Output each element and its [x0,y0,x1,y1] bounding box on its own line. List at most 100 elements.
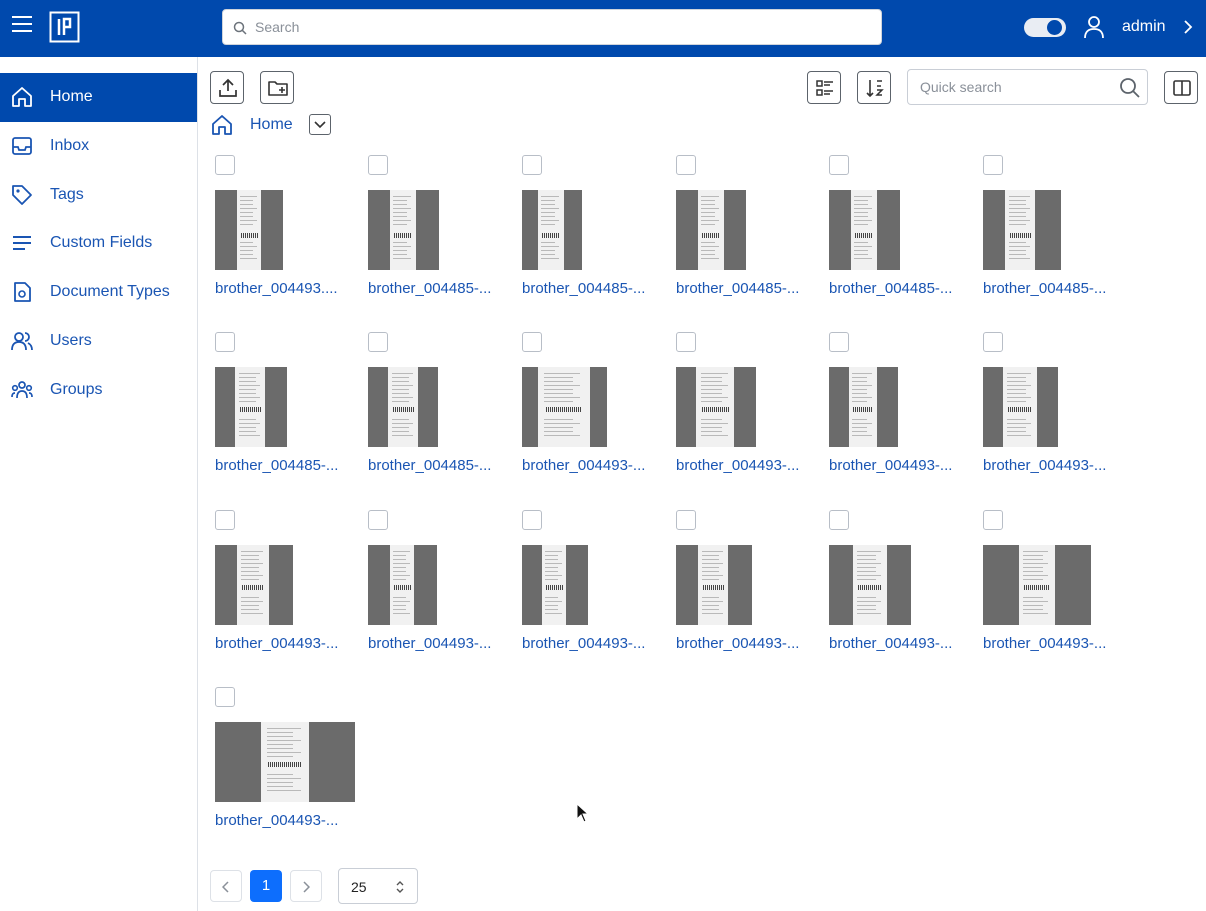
document-title[interactable]: brother_004493-... [829,457,959,474]
document-title[interactable]: brother_004485-... [676,280,806,297]
document-card[interactable]: brother_004485-... [829,155,969,325]
document-thumbnail[interactable] [368,190,439,270]
select-checkbox[interactable] [829,155,849,175]
document-card[interactable]: brother_004493-... [215,687,355,857]
document-thumbnail[interactable] [676,367,756,447]
select-checkbox[interactable] [983,155,1003,175]
select-checkbox[interactable] [522,510,542,530]
document-thumbnail[interactable] [215,722,355,802]
previous-page-button[interactable] [210,870,242,902]
select-checkbox[interactable] [522,332,542,352]
document-thumbnail[interactable] [676,545,752,625]
select-checkbox[interactable] [983,510,1003,530]
document-title[interactable]: brother_004485-... [215,457,345,474]
select-checkbox[interactable] [215,687,235,707]
document-thumbnail[interactable] [368,367,438,447]
sidebar-item-inbox[interactable]: Inbox [0,122,197,171]
dark-mode-toggle[interactable] [1024,18,1066,37]
select-checkbox[interactable] [368,155,388,175]
chevron-right-icon[interactable] [1183,19,1193,35]
document-card[interactable]: brother_004485-... [676,155,816,325]
select-checkbox[interactable] [215,510,235,530]
sidebar-item-home[interactable]: Home [0,73,197,122]
document-thumbnail[interactable] [522,190,582,270]
split-view-button[interactable] [1164,71,1198,104]
document-thumbnail[interactable] [829,367,898,447]
sidebar-item-custom-fields[interactable]: Custom Fields [0,219,197,268]
document-title[interactable]: brother_004493-... [522,635,652,652]
document-card[interactable]: brother_004493-... [522,510,662,680]
document-card[interactable]: brother_004493.... [215,155,355,325]
page-button-current[interactable]: 1 [250,870,282,902]
document-thumbnail[interactable] [983,190,1061,270]
select-checkbox[interactable] [522,155,542,175]
document-thumbnail[interactable] [215,545,293,625]
username-label[interactable]: admin [1122,18,1166,36]
breadcrumb-dropdown-button[interactable] [309,114,331,135]
select-checkbox[interactable] [368,332,388,352]
breadcrumb-home[interactable]: Home [250,116,293,134]
document-title[interactable]: brother_004485-... [522,280,652,297]
document-thumbnail[interactable] [215,367,287,447]
document-thumbnail[interactable] [983,367,1058,447]
document-title[interactable]: brother_004493-... [215,635,345,652]
document-card[interactable]: brother_004485-... [368,332,508,502]
document-title[interactable]: brother_004485-... [829,280,959,297]
document-title[interactable]: brother_004493-... [676,457,806,474]
document-thumbnail[interactable] [829,545,911,625]
document-card[interactable]: brother_004493-... [368,510,508,680]
document-card[interactable]: brother_004485-... [215,332,355,502]
document-thumbnail[interactable] [983,545,1091,625]
document-title[interactable]: brother_004493-... [676,635,806,652]
document-title[interactable]: brother_004493-... [983,635,1113,652]
menu-icon[interactable] [11,13,33,35]
document-card[interactable]: brother_004493-... [829,510,969,680]
document-card[interactable]: brother_004493-... [676,332,816,502]
quick-search[interactable] [907,69,1148,105]
document-title[interactable]: brother_004493-... [368,635,498,652]
document-thumbnail[interactable] [522,545,588,625]
user-icon[interactable] [1083,15,1105,39]
sidebar-item-groups[interactable]: Groups [0,366,197,415]
select-checkbox[interactable] [215,332,235,352]
select-checkbox[interactable] [676,332,696,352]
sidebar-item-tags[interactable]: Tags [0,171,197,220]
upload-button[interactable] [210,71,244,104]
select-checkbox[interactable] [829,332,849,352]
document-title[interactable]: brother_004493-... [829,635,959,652]
sort-button[interactable] [857,71,891,104]
document-card[interactable]: brother_004493-... [983,510,1123,680]
select-checkbox[interactable] [368,510,388,530]
document-thumbnail[interactable] [522,367,607,447]
select-checkbox[interactable] [676,510,696,530]
search-icon[interactable] [1119,77,1141,99]
document-title[interactable]: brother_004493-... [983,457,1113,474]
view-mode-button[interactable] [807,71,841,104]
document-card[interactable]: brother_004493-... [215,510,355,680]
next-page-button[interactable] [290,870,322,902]
document-thumbnail[interactable] [215,190,283,270]
document-card[interactable]: brother_004493-... [676,510,816,680]
document-title[interactable]: brother_004485-... [983,280,1113,297]
document-card[interactable]: brother_004493-... [829,332,969,502]
document-title[interactable]: brother_004493-... [215,812,345,829]
document-title[interactable]: brother_004485-... [368,457,498,474]
global-search[interactable] [222,9,882,45]
select-checkbox[interactable] [215,155,235,175]
new-folder-button[interactable] [260,71,294,104]
document-title[interactable]: brother_004485-... [368,280,498,297]
sidebar-item-users[interactable]: Users [0,317,197,366]
document-title[interactable]: brother_004493.... [215,280,345,297]
select-checkbox[interactable] [829,510,849,530]
home-icon[interactable] [211,114,233,136]
app-logo-icon[interactable] [49,11,80,43]
document-thumbnail[interactable] [829,190,900,270]
quick-search-input[interactable] [920,70,1115,104]
document-thumbnail[interactable] [676,190,746,270]
document-card[interactable]: brother_004485-... [983,155,1123,325]
sidebar-item-document-types[interactable]: Document Types [0,268,197,317]
document-card[interactable]: brother_004485-... [522,155,662,325]
document-title[interactable]: brother_004493-... [522,457,652,474]
select-checkbox[interactable] [983,332,1003,352]
document-thumbnail[interactable] [368,545,437,625]
